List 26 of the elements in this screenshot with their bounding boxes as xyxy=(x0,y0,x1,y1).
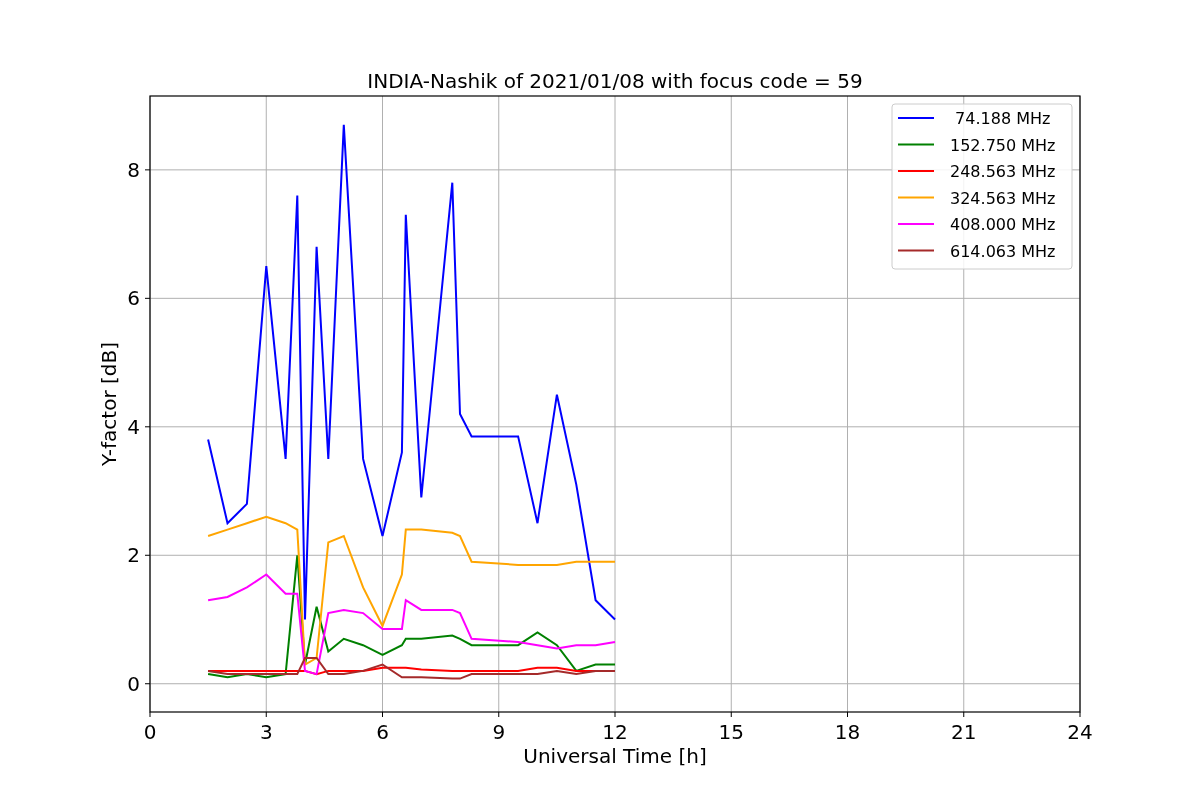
chart-title: INDIA-Nashik of 2021/01/08 with focus code = 59 xyxy=(367,69,863,93)
tick-label: 0 xyxy=(127,671,140,696)
legend-label: 324.563 MHz xyxy=(950,188,1056,208)
tick-label: 24 xyxy=(1067,720,1093,744)
x-axis-label: Universal Time [h] xyxy=(523,744,707,768)
legend-label: 614.063 MHz xyxy=(950,241,1056,261)
legend-label: 152.750 MHz xyxy=(950,135,1056,155)
legend-swatch xyxy=(897,143,935,146)
y-axis-label: Y-factor [dB] xyxy=(97,342,121,466)
tick-label: 6 xyxy=(376,720,389,744)
tick-label: 15 xyxy=(718,720,744,744)
legend-label: 248.563 MHz xyxy=(950,162,1056,181)
legend-swatch xyxy=(897,196,935,199)
tick-label: 8 xyxy=(127,157,140,182)
tick-label: 3 xyxy=(259,720,273,744)
legend-label: 408.000 MHz xyxy=(950,215,1056,234)
tick-label: 21 xyxy=(951,720,977,744)
tick-label: 4 xyxy=(127,414,140,439)
tick-label: 2 xyxy=(127,543,140,568)
tick-label: 6 xyxy=(127,286,140,311)
tick-label: 9 xyxy=(492,720,506,744)
tick-label: 12 xyxy=(602,720,628,744)
tick-label: 0 xyxy=(143,720,157,744)
legend-swatch xyxy=(897,249,935,252)
legend-label: 74.188 MHz xyxy=(955,109,1051,128)
tick-label: 18 xyxy=(834,720,861,744)
